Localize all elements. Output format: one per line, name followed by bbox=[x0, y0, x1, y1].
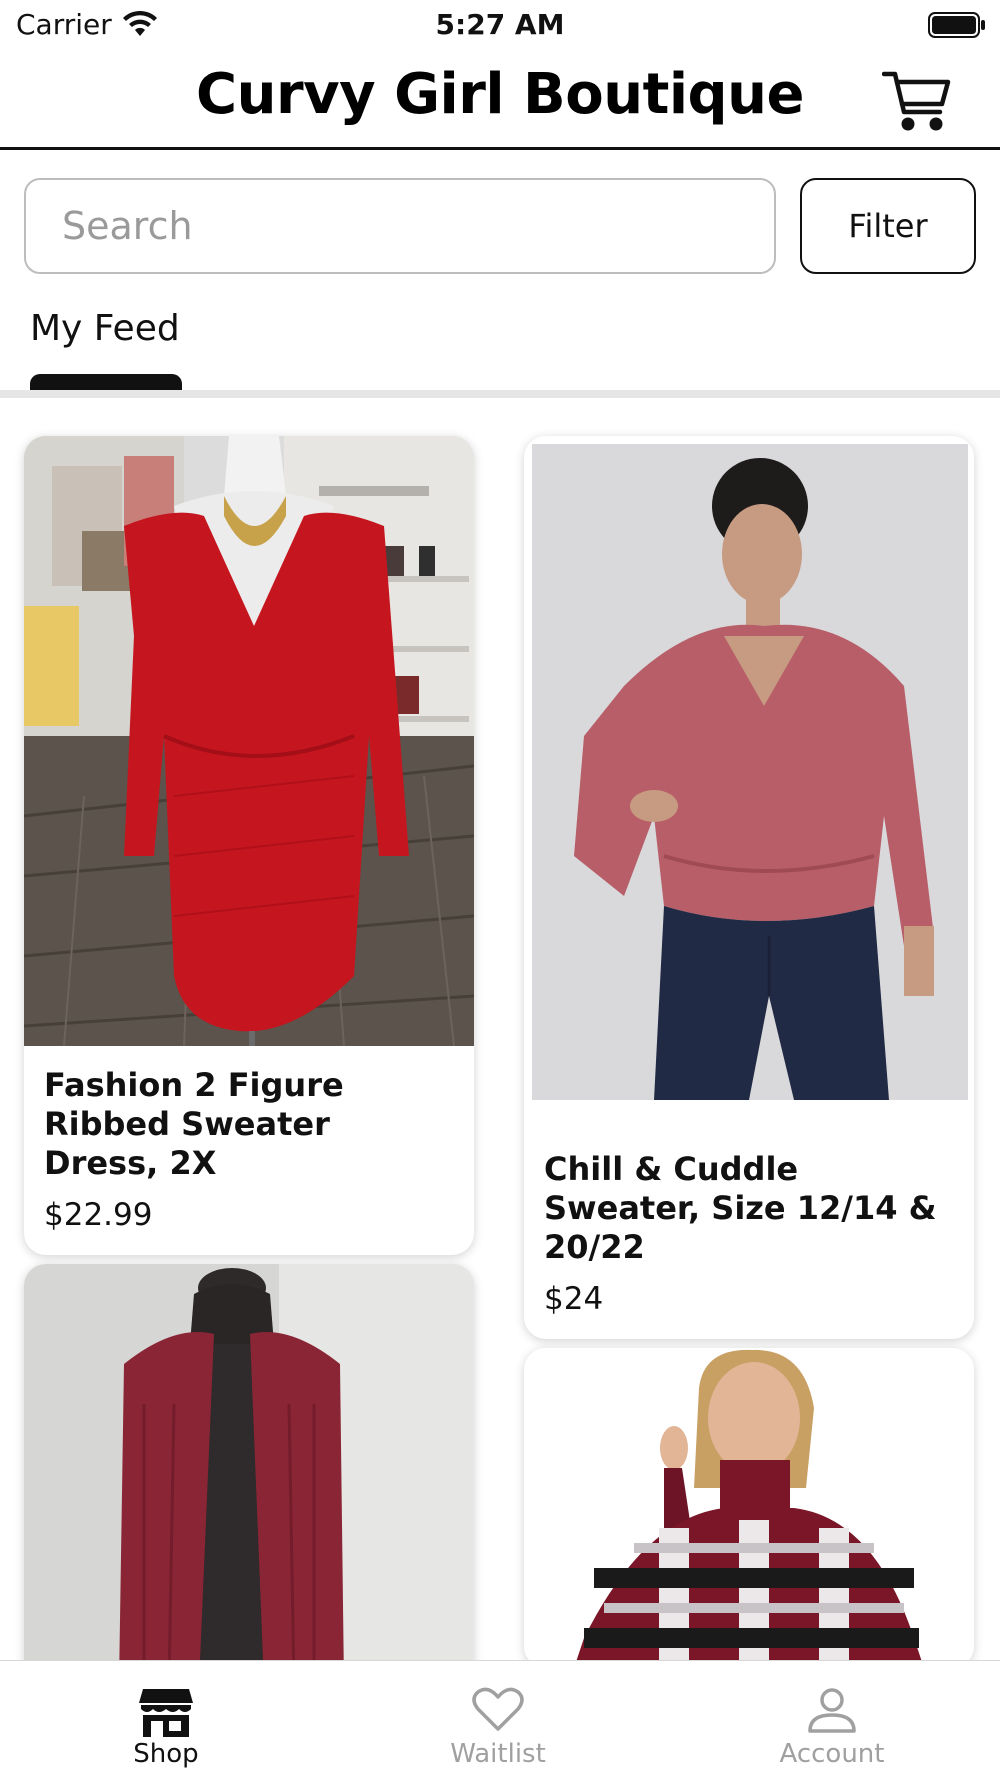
tab-divider bbox=[0, 390, 1000, 398]
tab-shop[interactable]: Shop bbox=[46, 1661, 286, 1779]
tab-account-label: Account bbox=[779, 1739, 885, 1769]
filter-button-label: Filter bbox=[848, 207, 928, 245]
tab-waitlist-label: Waitlist bbox=[450, 1739, 546, 1769]
nav-bar: Curvy Girl Boutique bbox=[0, 50, 1000, 150]
page-title: Curvy Girl Boutique bbox=[196, 62, 804, 127]
product-image bbox=[524, 1348, 974, 1660]
product-card[interactable] bbox=[24, 1264, 474, 1660]
product-name: Fashion 2 Figure Ribbed Sweater Dress, 2… bbox=[44, 1066, 344, 1182]
status-time: 5:27 AM bbox=[435, 8, 565, 41]
product-photo-plaid-poncho bbox=[524, 1348, 974, 1660]
product-image bbox=[24, 1264, 474, 1660]
tab-waitlist[interactable]: Waitlist bbox=[378, 1661, 618, 1779]
product-photo-rose-sweater bbox=[524, 436, 974, 1130]
heart-icon bbox=[472, 1687, 524, 1731]
product-card[interactable]: Chill & Cuddle Sweater, Size 12/14 & 20/… bbox=[524, 436, 974, 1339]
tab-my-feed-label: My Feed bbox=[30, 308, 180, 349]
product-info: Fashion 2 Figure Ribbed Sweater Dress, 2… bbox=[24, 1046, 474, 1255]
product-name: Chill & Cuddle Sweater, Size 12/14 & 20/… bbox=[544, 1150, 937, 1266]
product-image bbox=[24, 436, 474, 1046]
product-price: $24 bbox=[544, 1281, 604, 1317]
storefront-icon bbox=[139, 1689, 193, 1737]
cart-icon[interactable] bbox=[882, 68, 952, 134]
tab-my-feed[interactable]: My Feed bbox=[30, 290, 190, 390]
tab-shop-label: Shop bbox=[133, 1739, 199, 1769]
status-bar: Carrier 5:27 AM bbox=[0, 0, 1000, 50]
product-info: Chill & Cuddle Sweater, Size 12/14 & 20/… bbox=[524, 1130, 974, 1339]
filter-button[interactable]: Filter bbox=[800, 178, 976, 274]
product-photo-red-dress bbox=[24, 436, 474, 1046]
search-input[interactable] bbox=[24, 178, 776, 274]
person-icon bbox=[808, 1688, 856, 1733]
tab-account[interactable]: Account bbox=[712, 1661, 952, 1779]
product-feed[interactable]: Fashion 2 Figure Ribbed Sweater Dress, 2… bbox=[0, 398, 1000, 1660]
bottom-tab-bar: Shop Waitlist Account bbox=[0, 1660, 1000, 1778]
feed-tab-bar: My Feed bbox=[0, 290, 1000, 398]
product-photo-burgundy-cardigan bbox=[24, 1264, 474, 1660]
battery-icon bbox=[928, 12, 985, 38]
product-price: $22.99 bbox=[44, 1197, 153, 1233]
tab-active-indicator bbox=[30, 374, 182, 390]
product-card[interactable]: Fashion 2 Figure Ribbed Sweater Dress, 2… bbox=[24, 436, 474, 1255]
product-card[interactable] bbox=[524, 1348, 974, 1660]
product-image bbox=[524, 436, 974, 1130]
